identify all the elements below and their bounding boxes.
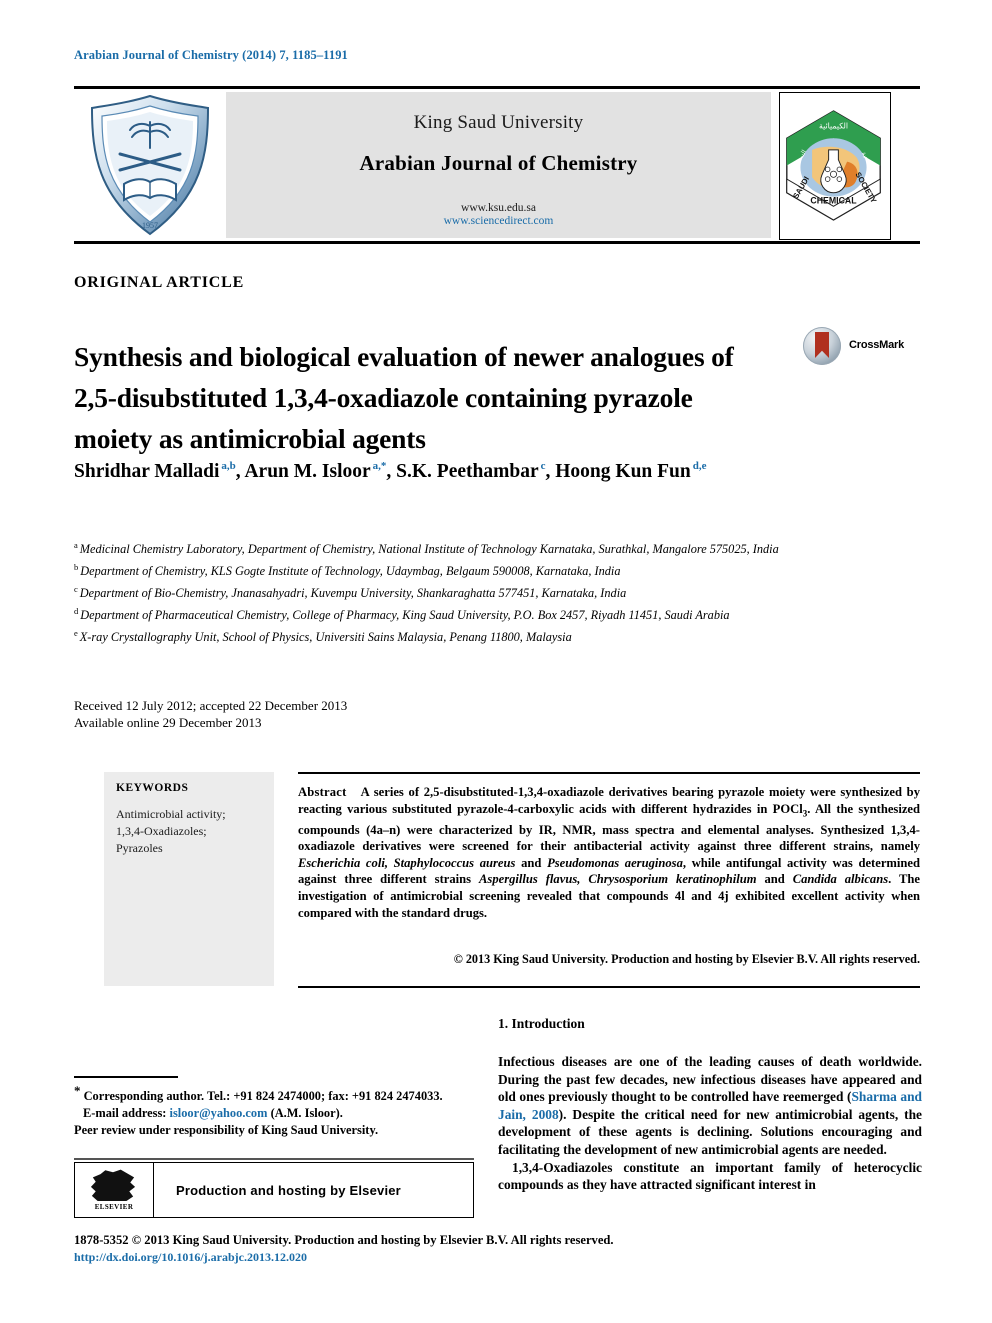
author-affiliation-marks[interactable]: a,* [371, 460, 387, 472]
abstract-heading: Abstract [298, 785, 347, 799]
introduction-heading: 1. Introduction [498, 1016, 585, 1031]
author-item: Shridhar Malladi a,b, [74, 460, 245, 482]
affiliation-item: e X-ray Crystallography Unit, School of P… [74, 625, 919, 647]
issn-copyright-line: 1878-5352 © 2013 King Saud University. P… [74, 1233, 614, 1247]
available-online-date: Available online 29 December 2013 [74, 715, 262, 730]
peer-review-note: Peer review under responsibility of King… [74, 1123, 379, 1138]
crossmark-label: CrossMark [849, 339, 905, 351]
affiliation-item: a Medicinal Chemistry Laboratory, Departm… [74, 537, 919, 559]
abstract-text-3: and [515, 855, 548, 870]
svg-text:الكيميائية: الكيميائية [819, 122, 848, 131]
introduction-paragraph: Infectious diseases are one of the leadi… [498, 1053, 922, 1159]
introduction-body: Infectious diseases are one of the leadi… [498, 1053, 922, 1194]
author-affiliation-marks[interactable]: d,e [691, 460, 707, 472]
affiliation-item: b Department of Chemistry, KLS Gogte Inst… [74, 559, 919, 581]
author-item: S.K. Peethambar c, [396, 460, 556, 482]
keyword-item[interactable]: Pyrazoles [116, 840, 262, 857]
keywords-heading: KEYWORDS [116, 782, 189, 794]
organism-name: Pseudomonas aeruginosa [547, 855, 683, 870]
crossmark-ribbon-icon [815, 332, 829, 358]
journal-title: Arabian Journal of Chemistry [359, 151, 638, 175]
intro-text-post: ). Despite the critical need for new ant… [498, 1106, 922, 1157]
svg-text:1957: 1957 [142, 221, 158, 230]
organism-name: Aspergillus flavus, Chrysosporium kerati… [479, 872, 757, 887]
affiliation-item: d Department of Pharmaceutical Chemistry,… [74, 603, 919, 625]
footnote-separator-rule [74, 1076, 178, 1078]
email-link[interactable]: isloor@yahoo.com [170, 1106, 268, 1120]
affiliation-text: X-ray Crystallography Unit, School of Ph… [79, 629, 572, 644]
corresponding-author-text: Corresponding author. Tel.: +91 824 2474… [83, 1089, 443, 1104]
author-name: S.K. Peethambar [396, 460, 539, 482]
affiliation-text: Department of Pharmaceutical Chemistry, … [80, 607, 730, 622]
masthead-center-panel: King Saud University Arabian Journal of … [226, 92, 771, 238]
received-accepted-date: Received 12 July 2012; accepted 22 Decem… [74, 698, 348, 713]
affiliation-text: Medicinal Chemistry Laboratory, Departme… [79, 542, 779, 557]
publisher-name: King Saud University [413, 112, 584, 133]
abstract-bottom-rule [298, 986, 920, 988]
email-note: E-mail address: isloor@yahoo.com (A.M. I… [74, 1105, 474, 1122]
elsevier-tree-icon [90, 1169, 136, 1201]
page-title: Synthesis and biological evaluation of n… [74, 341, 734, 455]
introduction-paragraph: 1,3,4-Oxadiazoles constitute an importan… [498, 1159, 922, 1193]
crossmark-badge[interactable]: CrossMark [803, 327, 915, 365]
masthead-top-rule [74, 86, 920, 89]
abstract-body: Abstract A series of 2,5-disubstituted-1… [298, 784, 920, 921]
author-affiliation-marks[interactable]: c [539, 460, 546, 472]
king-saud-university-logo-icon: 1957 [80, 92, 220, 238]
author-name: Shridhar Malladi [74, 460, 220, 482]
sciencedirect-url[interactable]: www.sciencedirect.com [226, 215, 771, 227]
publication-dates: Received 12 July 2012; accepted 22 Decem… [74, 697, 347, 731]
email-owner: (A.M. Isloor). [270, 1106, 343, 1121]
doi-link[interactable]: http://dx.doi.org/10.1016/j.arabjc.2013.… [74, 1249, 874, 1266]
journal-masthead: 1957 King Saud University Arabian Journa… [74, 86, 920, 244]
elsevier-production-text: Production and hosting by Elsevier [176, 1182, 401, 1198]
footnote-bottom-rule [74, 1158, 474, 1160]
ksu-website-url[interactable]: www.ksu.edu.sa [226, 202, 771, 214]
abstract-top-rule [298, 772, 920, 774]
footnote-block: * Corresponding author. Tel.: +91 824 24… [74, 1082, 474, 1139]
keyword-item[interactable]: Antimicrobial activity; [116, 806, 262, 823]
elsevier-wordmark: ELSEVIER [94, 1203, 134, 1211]
author-item: Hoong Kun Fun d,e [555, 460, 707, 482]
affiliation-item: c Department of Bio-Chemistry, Jnanasahya… [74, 581, 919, 603]
elsevier-logo-icon: ELSEVIER [75, 1163, 154, 1217]
author-item: Arun M. Isloor a,*, [244, 460, 397, 482]
scs-chemical-label: CHEMICAL [810, 195, 857, 205]
asterisk-icon: * [74, 1083, 81, 1098]
saudi-chemical-society-logo-icon: الكيميائية السعودية الجمعية CHEMICAL SAU… [779, 92, 891, 240]
author-list: Shridhar Malladi a,b, Arun M. Isloor a,*, … [74, 460, 924, 483]
abstract-text-5: and [756, 872, 793, 887]
article-type-label: ORIGINAL ARTICLE [74, 274, 245, 291]
keywords-panel: KEYWORDS Antimicrobial activity; 1,3,4-O… [104, 772, 274, 986]
affiliation-list: a Medicinal Chemistry Laboratory, Departm… [74, 537, 919, 646]
organism-name: Candida albicans [792, 872, 889, 887]
elsevier-production-box: ELSEVIER Production and hosting by Elsev… [74, 1162, 474, 1218]
corresponding-author-note: * Corresponding author. Tel.: +91 824 24… [74, 1082, 474, 1105]
author-name: Hoong Kun Fun [555, 460, 691, 482]
article-first-page: Arabian Journal of Chemistry (2014) 7, 1… [0, 0, 992, 1323]
affiliation-text: Department of Bio-Chemistry, Jnanasahyad… [79, 585, 627, 600]
affiliation-text: Department of Chemistry, KLS Gogte Insti… [80, 563, 621, 578]
abstract-copyright: © 2013 King Saud University. Production … [453, 952, 920, 966]
page-footer: 1878-5352 © 2013 King Saud University. P… [74, 1232, 874, 1266]
running-head: Arabian Journal of Chemistry (2014) 7, 1… [74, 48, 348, 62]
organism-name: Escherichia coli, Staphylococcus aureus [298, 855, 516, 870]
keyword-item[interactable]: 1,3,4-Oxadiazoles; [116, 823, 262, 840]
crossmark-icon [803, 327, 841, 365]
email-label: E-mail address: [83, 1106, 167, 1121]
keywords-list: Antimicrobial activity; 1,3,4-Oxadiazole… [116, 806, 262, 857]
author-affiliation-marks[interactable]: a,b [219, 460, 235, 472]
author-name: Arun M. Isloor [244, 460, 371, 482]
masthead-bottom-rule [74, 241, 920, 244]
